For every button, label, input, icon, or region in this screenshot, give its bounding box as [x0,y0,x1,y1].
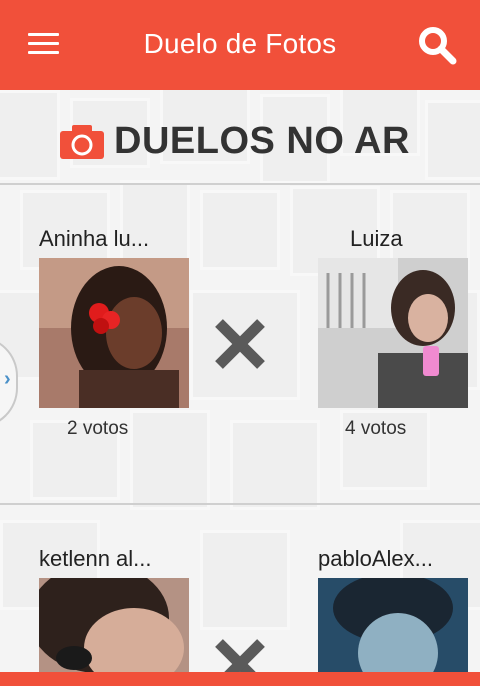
app-title: Duelo de Fotos [143,28,337,59]
right-contestant-name: pabloAlex... [318,546,433,571]
chevron-right-icon: › [4,368,11,390]
bottom-bar [0,672,480,686]
left-contestant-photo[interactable] [39,258,189,408]
search-icon[interactable] [416,24,460,68]
duel-card[interactable]: Aninha lu... Luiza 2 votos 4 votos [0,185,480,503]
left-contestant-name: Aninha lu... [39,226,150,251]
duel-card[interactable]: ketlenn al... pabloAlex... [0,505,480,686]
camera-icon [60,124,104,159]
section-header: DUELOS NO AR [0,90,480,184]
right-contestant-photo[interactable] [318,578,468,678]
right-vote-count: 4 votos [345,418,407,439]
right-contestant-photo[interactable] [318,258,468,408]
left-vote-count: 2 votos [67,418,129,439]
app-bar: Duelo de Fotos [0,0,480,90]
right-contestant-name: Luiza [350,226,403,251]
section-title: DUELOS NO AR [114,120,410,162]
versus-x-icon [215,319,265,369]
left-contestant-name: ketlenn al... [39,546,152,571]
left-contestant-photo[interactable] [39,578,189,678]
